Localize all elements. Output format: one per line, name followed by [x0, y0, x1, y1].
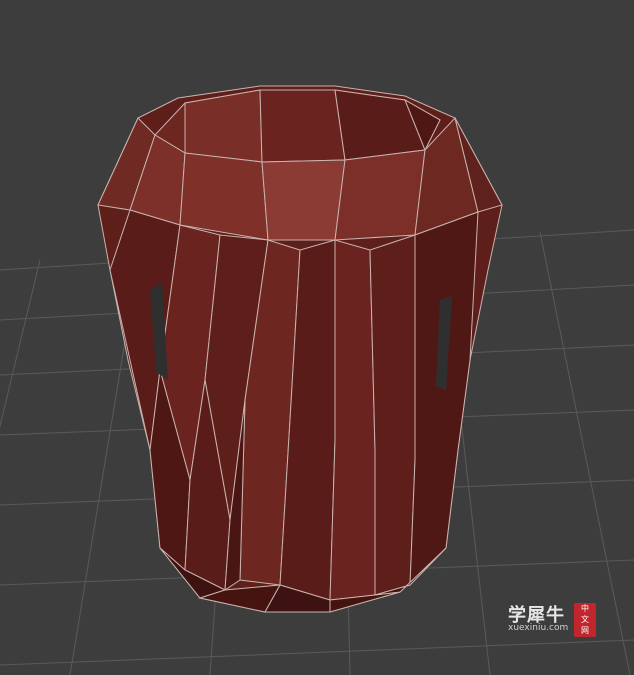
- watermark-url: xuexiniu.com: [508, 623, 569, 633]
- watermark-badge-char: 文: [581, 615, 589, 624]
- twisted-vase-model[interactable]: [97, 85, 503, 613]
- watermark-logo: 学犀牛 xuexiniu.com 中 文 网: [500, 599, 600, 641]
- vase-inner-wall: [184, 89, 263, 163]
- watermark-badge-char: 网: [581, 626, 589, 635]
- grid-line: [0, 259, 41, 429]
- watermark-badge-char: 中: [581, 604, 589, 613]
- watermark-badge: 中 文 网: [574, 603, 596, 637]
- grid-line: [0, 639, 634, 666]
- 3d-viewport[interactable]: 学犀牛 xuexiniu.com 中 文 网: [0, 0, 634, 675]
